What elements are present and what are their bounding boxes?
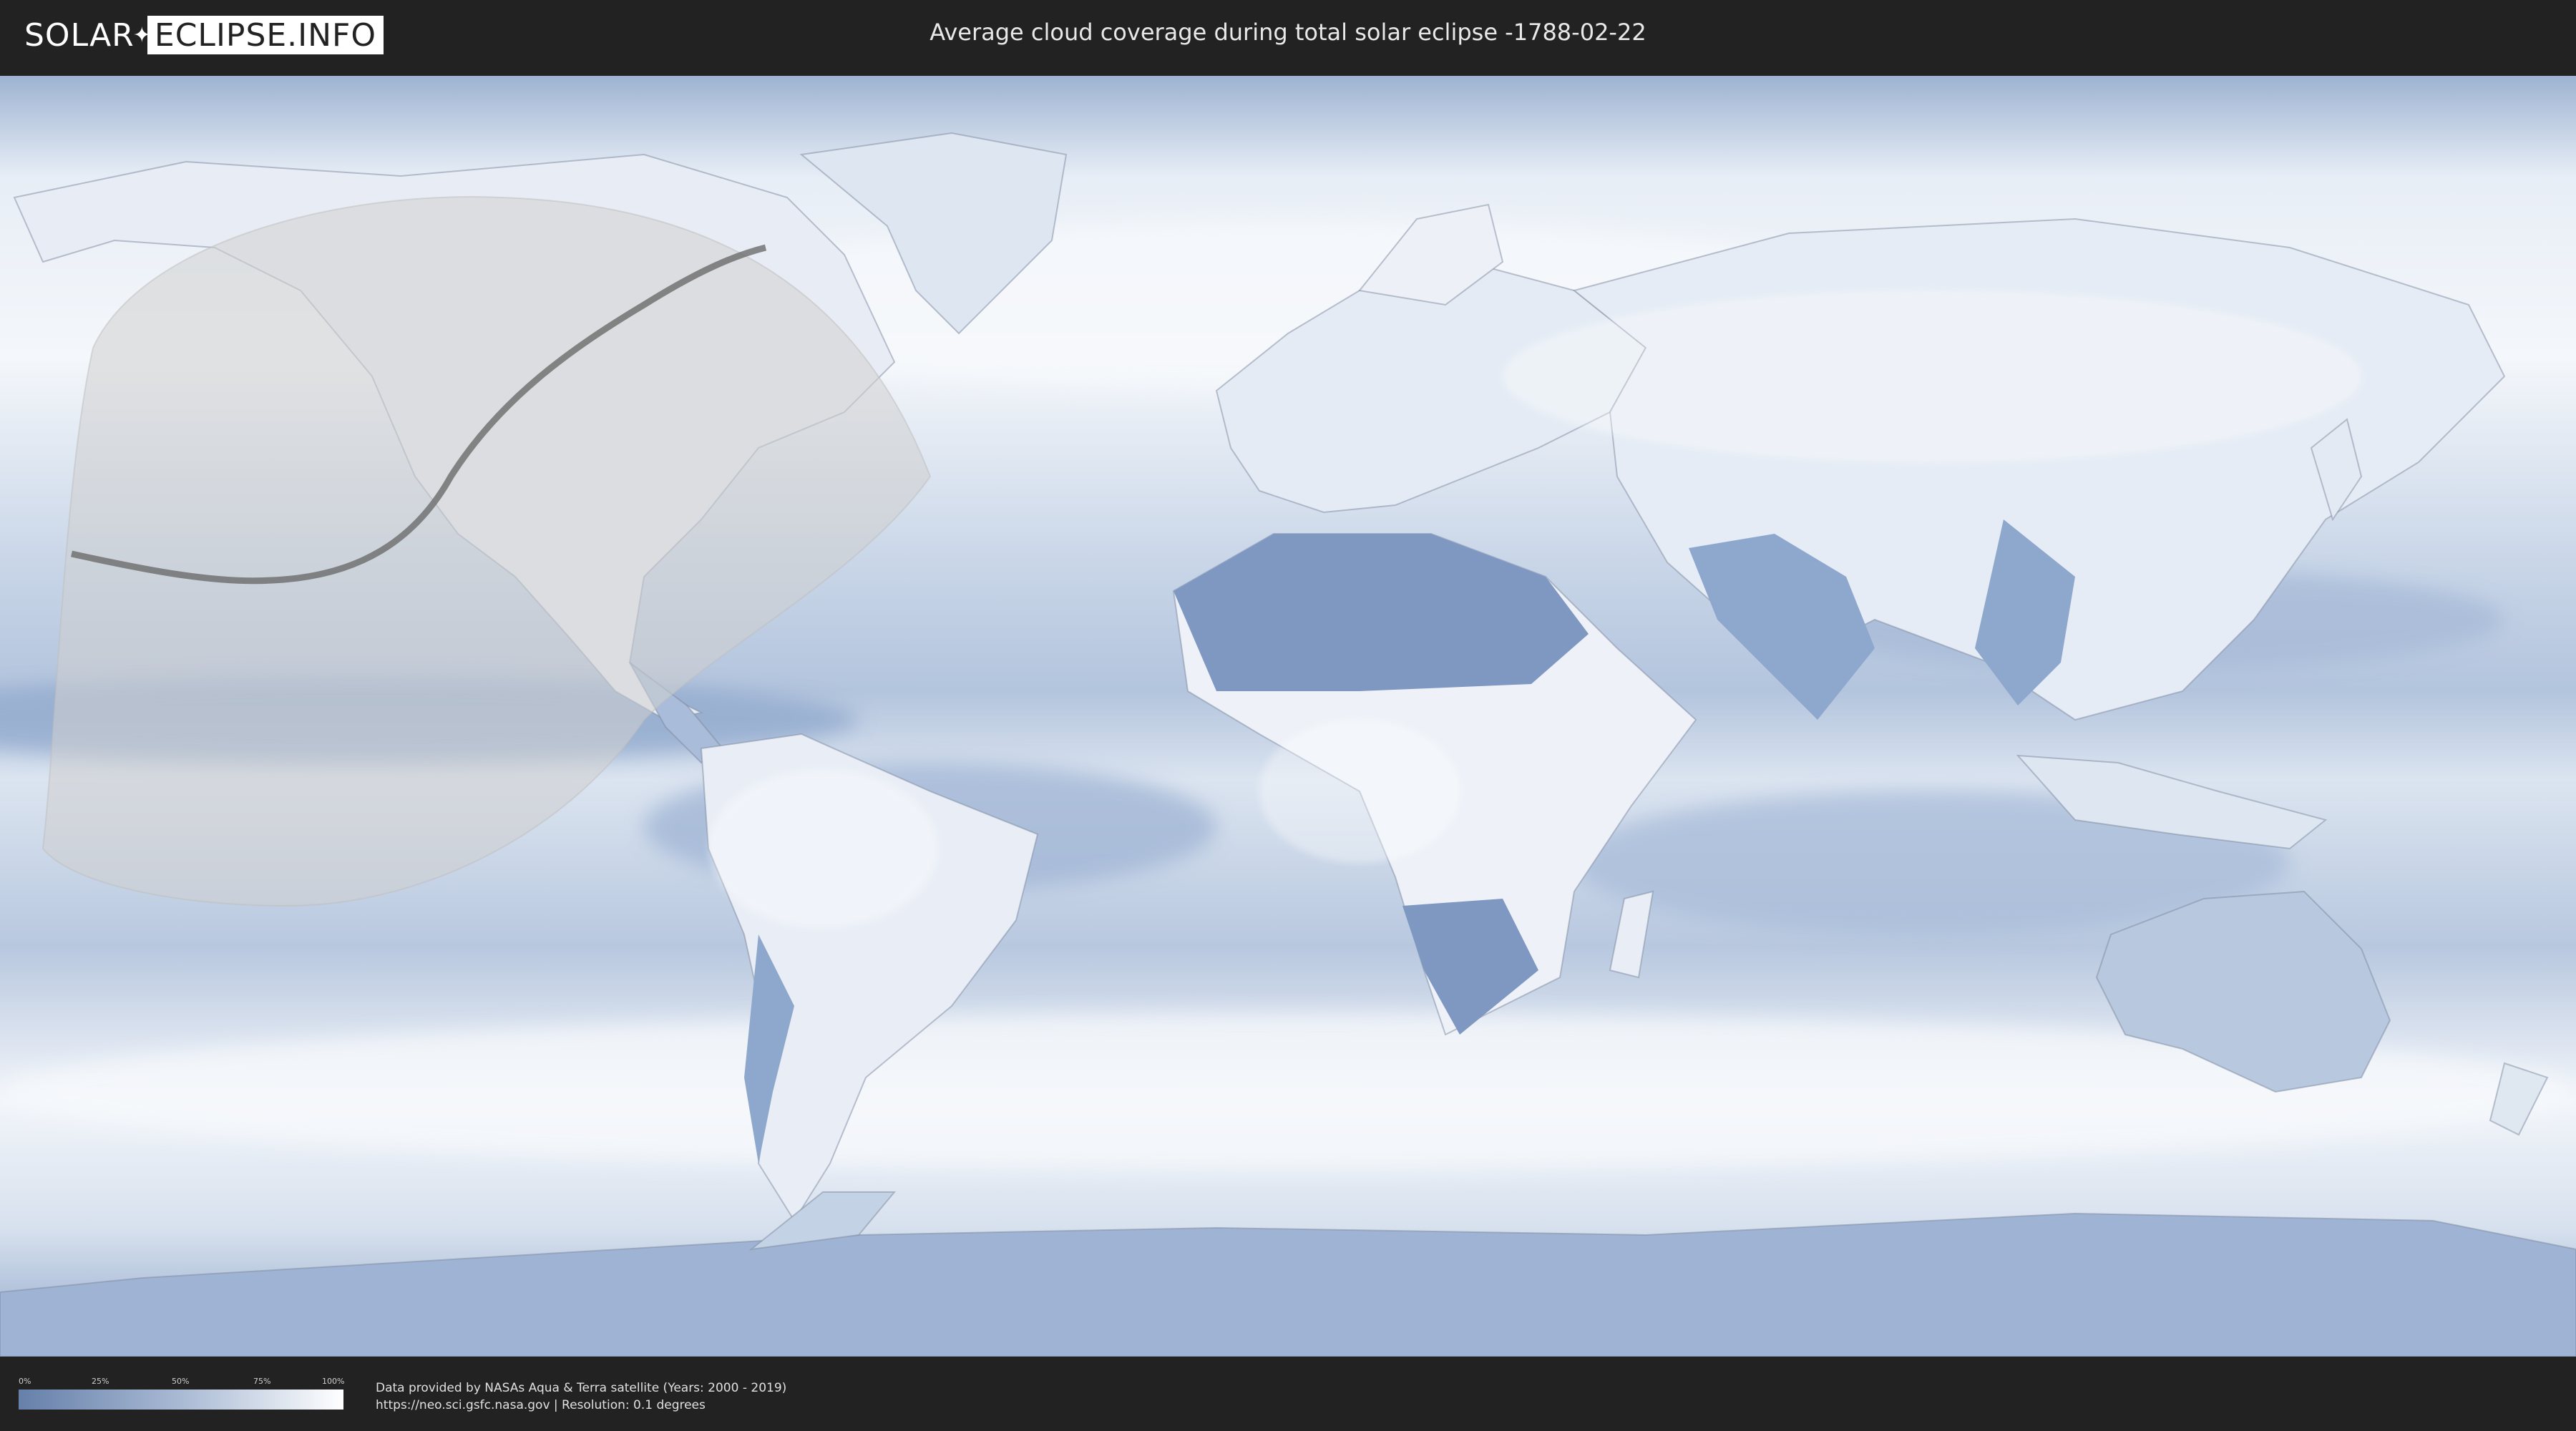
- credits-line-1: Data provided by NASAs Aqua & Terra sate…: [376, 1381, 787, 1395]
- legend-ticks: 0% 25% 50% 75% 100%: [19, 1377, 345, 1388]
- sun-icon: ✦: [132, 22, 152, 48]
- cloud-coverage-map[interactable]: [0, 76, 2576, 1357]
- page-title: Average cloud coverage during total sola…: [930, 19, 1646, 46]
- legend-gradient-bar: [19, 1390, 343, 1410]
- legend-tick: 25%: [92, 1377, 109, 1386]
- credits-line-2: https://neo.sci.gsfc.nasa.gov | Resoluti…: [376, 1398, 706, 1412]
- legend-tick: 0%: [19, 1377, 31, 1386]
- header-bar: SOLAR ✦ ECLIPSE.INFO Average cloud cover…: [0, 0, 2576, 70]
- legend-tick: 100%: [322, 1377, 345, 1386]
- data-credits: Data provided by NASAs Aqua & Terra sate…: [376, 1379, 786, 1414]
- legend-tick: 50%: [172, 1377, 190, 1386]
- legend-tick: 75%: [253, 1377, 271, 1386]
- cloud-coverage-legend: 0% 25% 50% 75% 100%: [19, 1377, 345, 1410]
- world-map-svg: [0, 76, 2576, 1357]
